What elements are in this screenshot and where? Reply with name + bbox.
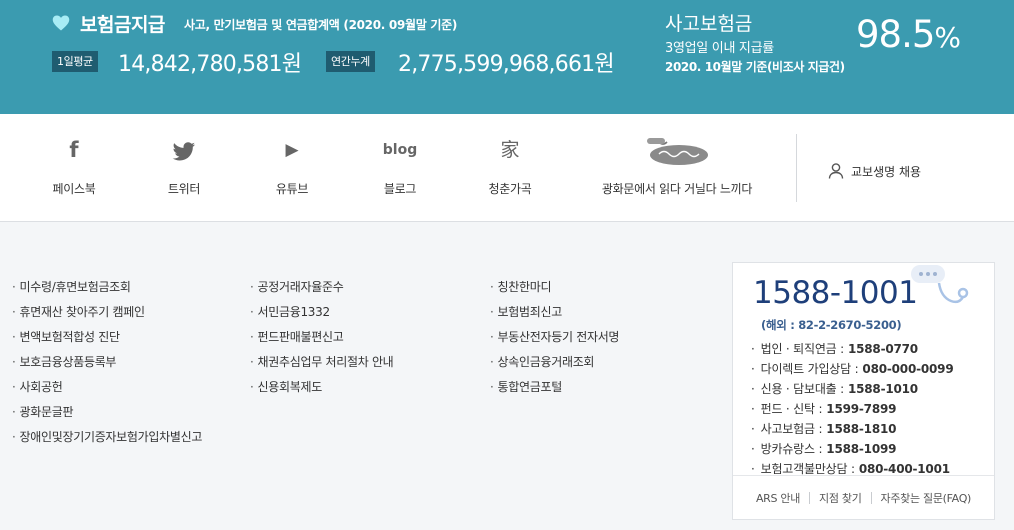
footer-link[interactable]: 보호금융상품등록부 [12,350,202,375]
social-twitter[interactable]: 트위터 [150,114,218,222]
footer-link[interactable]: 부동산전자등기 전자서명 [490,325,620,350]
footer-link[interactable]: 보험범죄신고 [490,300,619,325]
consult-chat-icon [911,265,969,304]
contact-box: 1588-1001 (해외 : 82-2-2670-5200) 법인 · 퇴직연… [732,262,995,520]
recruit-link[interactable]: 교보생명 채용 [827,162,921,180]
contact-line: 다이렉트 가입상담 :080-000-0099 [751,359,954,379]
accident-payout-title: 사고보험금 [665,13,753,35]
footer-link[interactable]: 상속인금융거래조회 [490,350,619,375]
social-blog-label: 블로그 [383,182,417,196]
social-youtube-label: 유튜브 [275,182,309,196]
daily-average-amount: 14,842,780,581원 [118,52,302,77]
daily-average-tag: 1일평균 [52,51,98,72]
social-family[interactable]: 家 청춘가곡 [476,114,544,222]
contact-footer-links: ARS 안내 지점 찾기 자주찾는 질문(FAQ) [733,475,994,519]
youtube-icon: ▶ [285,140,299,160]
accident-payout-basis: 2020. 10월말 기준(비조사 지급건) [665,60,845,74]
person-icon [828,163,844,179]
contact-line-label: 방카슈랑스 : [760,442,823,456]
footer-link[interactable]: 장애인및장기기증자보험가입차별신고 [12,425,203,450]
contact-line-label: 다이렉트 가입상담 : [760,362,859,376]
rate-value: 98.5 [856,13,935,56]
payout-banner: 보험금지급 사고, 만기보험금 및 연금합계액 (2020. 09월말 기준) … [0,0,1014,114]
contact-line-number: 1588-1010 [847,382,918,396]
contact-line-label: 신용 · 담보대출 : [760,382,845,396]
social-facebook[interactable]: f 페이스북 [40,114,108,222]
contact-line-number: 1599-7899 [826,402,897,416]
contact-line: 신용 · 담보대출 :1588-1010 [751,379,953,399]
contact-line: 방카슈랑스 :1588-1099 [751,439,953,459]
contact-line-number: 080-400-1001 [858,462,950,476]
twitter-icon [172,142,195,161]
separator [870,491,872,504]
footer-link[interactable]: 펀드판매불편신고 [250,325,393,350]
contact-line-label: 사고보험금 : [760,422,823,436]
main-phone-number[interactable]: 1588-1001 [753,275,918,311]
contact-phone-list: 법인 · 퇴직연금 :1588-0770 다이렉트 가입상담 :080-000-… [751,339,954,479]
social-facebook-label: 페이스북 [52,182,96,196]
contact-line-number: 1588-1810 [826,422,897,436]
footer-link[interactable]: 변액보험적합성 진단 [12,325,202,350]
ars-guide-link[interactable]: ARS 안내 [756,490,800,506]
heart-icon [52,15,70,31]
family-icon: 家 [500,139,520,161]
contact-line-number: 1588-1099 [826,442,897,456]
social-youtube[interactable]: ▶ 유튜브 [258,114,326,222]
footer-link[interactable]: 미수령/휴면보험금조회 [12,275,202,300]
social-gwanghwamun-label: 광화문에서 읽다 거닐다 느끼다 [601,182,753,196]
footer-link[interactable]: 사회공헌 [12,375,202,400]
contact-line-label: 보험고객불만상담 : [760,462,855,476]
gwanghwamun-icon [647,138,708,165]
recruit-label: 교보생명 채용 [851,165,922,179]
rate-unit: % [934,21,961,54]
footer-link[interactable]: 광화문글판 [12,400,202,425]
social-family-label: 청춘가곡 [488,182,532,196]
footer-link[interactable]: 칭찬한마디 [490,275,619,300]
contact-line-label: 법인 · 퇴직연금 : [760,342,845,356]
facebook-icon: f [69,138,79,162]
annual-total-tag: 연간누계 [326,51,375,72]
blog-icon: blog [382,142,418,158]
footer-link[interactable]: 신용회복제도 [250,375,393,400]
footer-links-col3: 칭찬한마디 보험범죄신고 부동산전자등기 전자서명 상속인금융거래조회 통합연금… [490,275,620,400]
accident-payout-rate: 98.5% [856,13,961,56]
contact-line-number: 080-000-0099 [862,362,954,376]
payout-subtitle: 사고, 만기보험금 및 연금합계액 (2020. 09월말 기준) [184,18,458,32]
faq-link[interactable]: 자주찾는 질문(FAQ) [881,490,972,506]
separator [809,491,811,504]
contact-line: 법인 · 퇴직연금 :1588-0770 [751,339,953,359]
footer-link[interactable]: 통합연금포털 [490,375,619,400]
contact-line: 펀드 · 신탁 :1599-7899 [751,399,953,419]
footer-link[interactable]: 채권추심업무 처리절차 안내 [250,350,394,375]
social-twitter-label: 트위터 [167,182,201,196]
payout-title: 보험금지급 [80,14,165,36]
contact-line-label: 펀드 · 신탁 : [760,402,823,416]
social-divider [796,134,797,202]
accident-payout-desc: 3영업일 이내 지급률 [665,41,774,56]
contact-line-number: 1588-0770 [847,342,918,356]
footer-link[interactable]: 휴면재산 찾아주기 캠페인 [12,300,202,325]
social-blog[interactable]: blog 블로그 [366,114,434,222]
contact-line: 사고보험금 :1588-1810 [751,419,953,439]
footer-link[interactable]: 공정거래자율준수 [250,275,393,300]
footer-link[interactable]: 서민금융1332 [250,300,393,325]
footer-links-col1: 미수령/휴면보험금조회 휴면재산 찾아주기 캠페인 변액보험적합성 진단 보호금… [12,275,203,450]
footer-links-col2: 공정거래자율준수 서민금융1332 펀드판매불편신고 채권추심업무 처리절차 안… [250,275,394,400]
overseas-phone: (해외 : 82-2-2670-5200) [761,318,902,332]
social-gwanghwamun[interactable]: 광화문에서 읽다 거닐다 느끼다 [592,114,762,222]
branch-finder-link[interactable]: 지점 찾기 [819,490,862,506]
annual-total-amount: 2,775,599,968,661원 [398,52,615,77]
social-links-row: f 페이스북 트위터 ▶ 유튜브 blog 블로그 家 청춘가곡 광화문에서 읽… [0,114,1014,222]
